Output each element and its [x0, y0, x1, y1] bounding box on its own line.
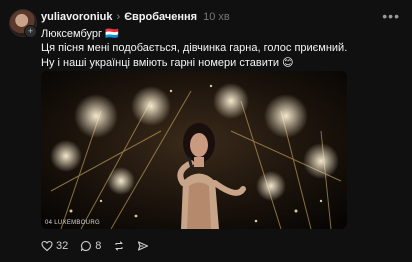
post-text-line: Ця пісня мені подобається, дівчинка гарн… [41, 42, 348, 55]
share-icon [138, 241, 149, 251]
share-button[interactable] [137, 240, 149, 252]
topic-tag[interactable]: Євробачення [124, 11, 197, 23]
reply-count: 8 [95, 240, 102, 252]
post-text-line: Ну і наші українці вміють гарні номери с… [41, 56, 294, 69]
post-text-line: Люксембург 🇱🇺 [41, 28, 119, 40]
more-icon[interactable]: ••• [382, 8, 400, 24]
post-image[interactable]: 04 LUXEMBOURG [41, 71, 347, 229]
repost-icon [115, 241, 123, 251]
username[interactable]: yuliavoroniuk [41, 11, 113, 23]
timestamp: 10 хв [203, 11, 230, 23]
repost-button[interactable] [113, 240, 125, 252]
action-bar: 32 8 [41, 238, 161, 254]
media-caption: 04 LUXEMBOURG [45, 220, 100, 226]
reply-button[interactable]: 8 [80, 240, 101, 252]
heart-icon [41, 240, 53, 252]
chevron-right-icon: › [116, 11, 121, 23]
post-header: yuliavoroniuk › Євробачення 10 хв [41, 10, 230, 24]
like-button[interactable]: 32 [41, 240, 68, 252]
plus-icon[interactable]: + [24, 25, 37, 38]
like-count: 32 [56, 240, 69, 252]
post-text: Люксембург 🇱🇺 Ця пісня мені подобається,… [41, 27, 401, 70]
stage-performance-image [41, 71, 347, 229]
comment-icon [81, 240, 92, 252]
